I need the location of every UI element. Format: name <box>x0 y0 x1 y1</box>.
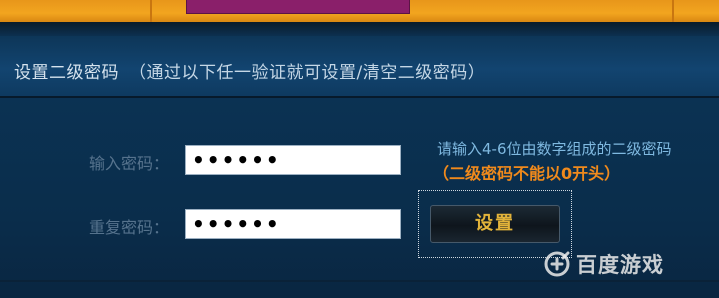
watermark-text: 百度游戏 <box>576 253 664 277</box>
set-button[interactable]: 设置 <box>430 205 560 243</box>
top-bar-divider <box>672 0 674 22</box>
baidu-game-icon <box>544 251 570 277</box>
confirm-password-input[interactable]: •••••• <box>185 209 401 239</box>
top-purple-tab <box>186 0 410 14</box>
password-label: 输入密码： <box>89 154 170 173</box>
top-orange-bar <box>0 0 719 22</box>
password-rule-text: 请输入4-6位由数字组成的二级密码 <box>437 140 672 158</box>
header-shadow <box>0 22 719 36</box>
section-title-hint: （通过以下任一验证就可设置/清空二级密码） <box>129 63 486 83</box>
section-title: 设置二级密码 （通过以下任一验证就可设置/清空二级密码） <box>14 58 485 83</box>
top-bar-divider <box>150 0 152 22</box>
section-title-text: 设置二级密码 <box>14 63 119 83</box>
watermark: 百度游戏 <box>542 244 664 284</box>
confirm-password-label: 重复密码： <box>89 218 170 237</box>
password-warning-text: （二级密码不能以0开头） <box>433 164 621 183</box>
password-input[interactable]: •••••• <box>185 145 401 175</box>
